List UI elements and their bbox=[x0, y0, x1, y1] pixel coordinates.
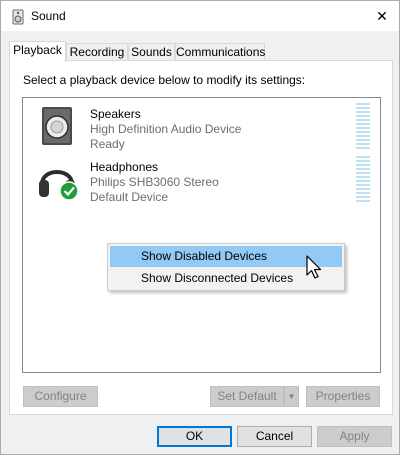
level-meter bbox=[356, 103, 370, 149]
close-button[interactable]: ✕ bbox=[365, 1, 399, 31]
chevron-down-icon: ▼ bbox=[287, 392, 296, 401]
set-default-dropdown-button[interactable]: ▼ bbox=[284, 386, 299, 407]
tab-sounds[interactable]: Sounds bbox=[128, 43, 175, 61]
tab-playback[interactable]: Playback bbox=[9, 41, 66, 62]
device-status: Default Device bbox=[90, 190, 169, 204]
configure-button[interactable]: Configure bbox=[23, 386, 98, 407]
cancel-button[interactable]: Cancel bbox=[237, 426, 312, 447]
device-status: Ready bbox=[90, 137, 125, 151]
window-title: Sound bbox=[31, 9, 66, 23]
apply-button[interactable]: Apply bbox=[317, 426, 392, 447]
instruction-text: Select a playback device below to modify… bbox=[23, 73, 306, 87]
close-icon: ✕ bbox=[376, 7, 388, 24]
device-list[interactable]: Speakers High Definition Audio Device Re… bbox=[22, 97, 381, 373]
device-item-headphones[interactable]: Headphones Philips SHB3060 Stereo Defaul… bbox=[23, 156, 380, 204]
speaker-device-icon bbox=[42, 107, 72, 145]
device-name: Speakers bbox=[90, 107, 141, 121]
playback-panel: Select a playback device below to modify… bbox=[9, 60, 393, 415]
device-name: Headphones bbox=[90, 160, 159, 174]
speaker-app-icon bbox=[12, 9, 24, 25]
tab-communications[interactable]: Communications bbox=[175, 43, 265, 61]
level-meter bbox=[356, 156, 370, 202]
device-description: High Definition Audio Device bbox=[90, 122, 242, 136]
properties-button[interactable]: Properties bbox=[306, 386, 380, 407]
title-bar[interactable]: Sound ✕ bbox=[1, 1, 399, 31]
ok-button[interactable]: OK bbox=[157, 426, 232, 447]
tab-recording[interactable]: Recording bbox=[66, 43, 128, 61]
default-check-icon bbox=[59, 181, 79, 201]
sound-dialog: Sound ✕ Playback Recording Sounds Commun… bbox=[0, 0, 400, 455]
device-item-speakers[interactable]: Speakers High Definition Audio Device Re… bbox=[23, 103, 380, 151]
headphones-device-icon bbox=[39, 170, 79, 201]
device-description: Philips SHB3060 Stereo bbox=[90, 175, 219, 189]
set-default-button[interactable]: Set Default bbox=[210, 386, 284, 407]
tab-strip: Playback Recording Sounds Communications bbox=[9, 41, 393, 62]
mouse-pointer-icon bbox=[306, 255, 322, 279]
